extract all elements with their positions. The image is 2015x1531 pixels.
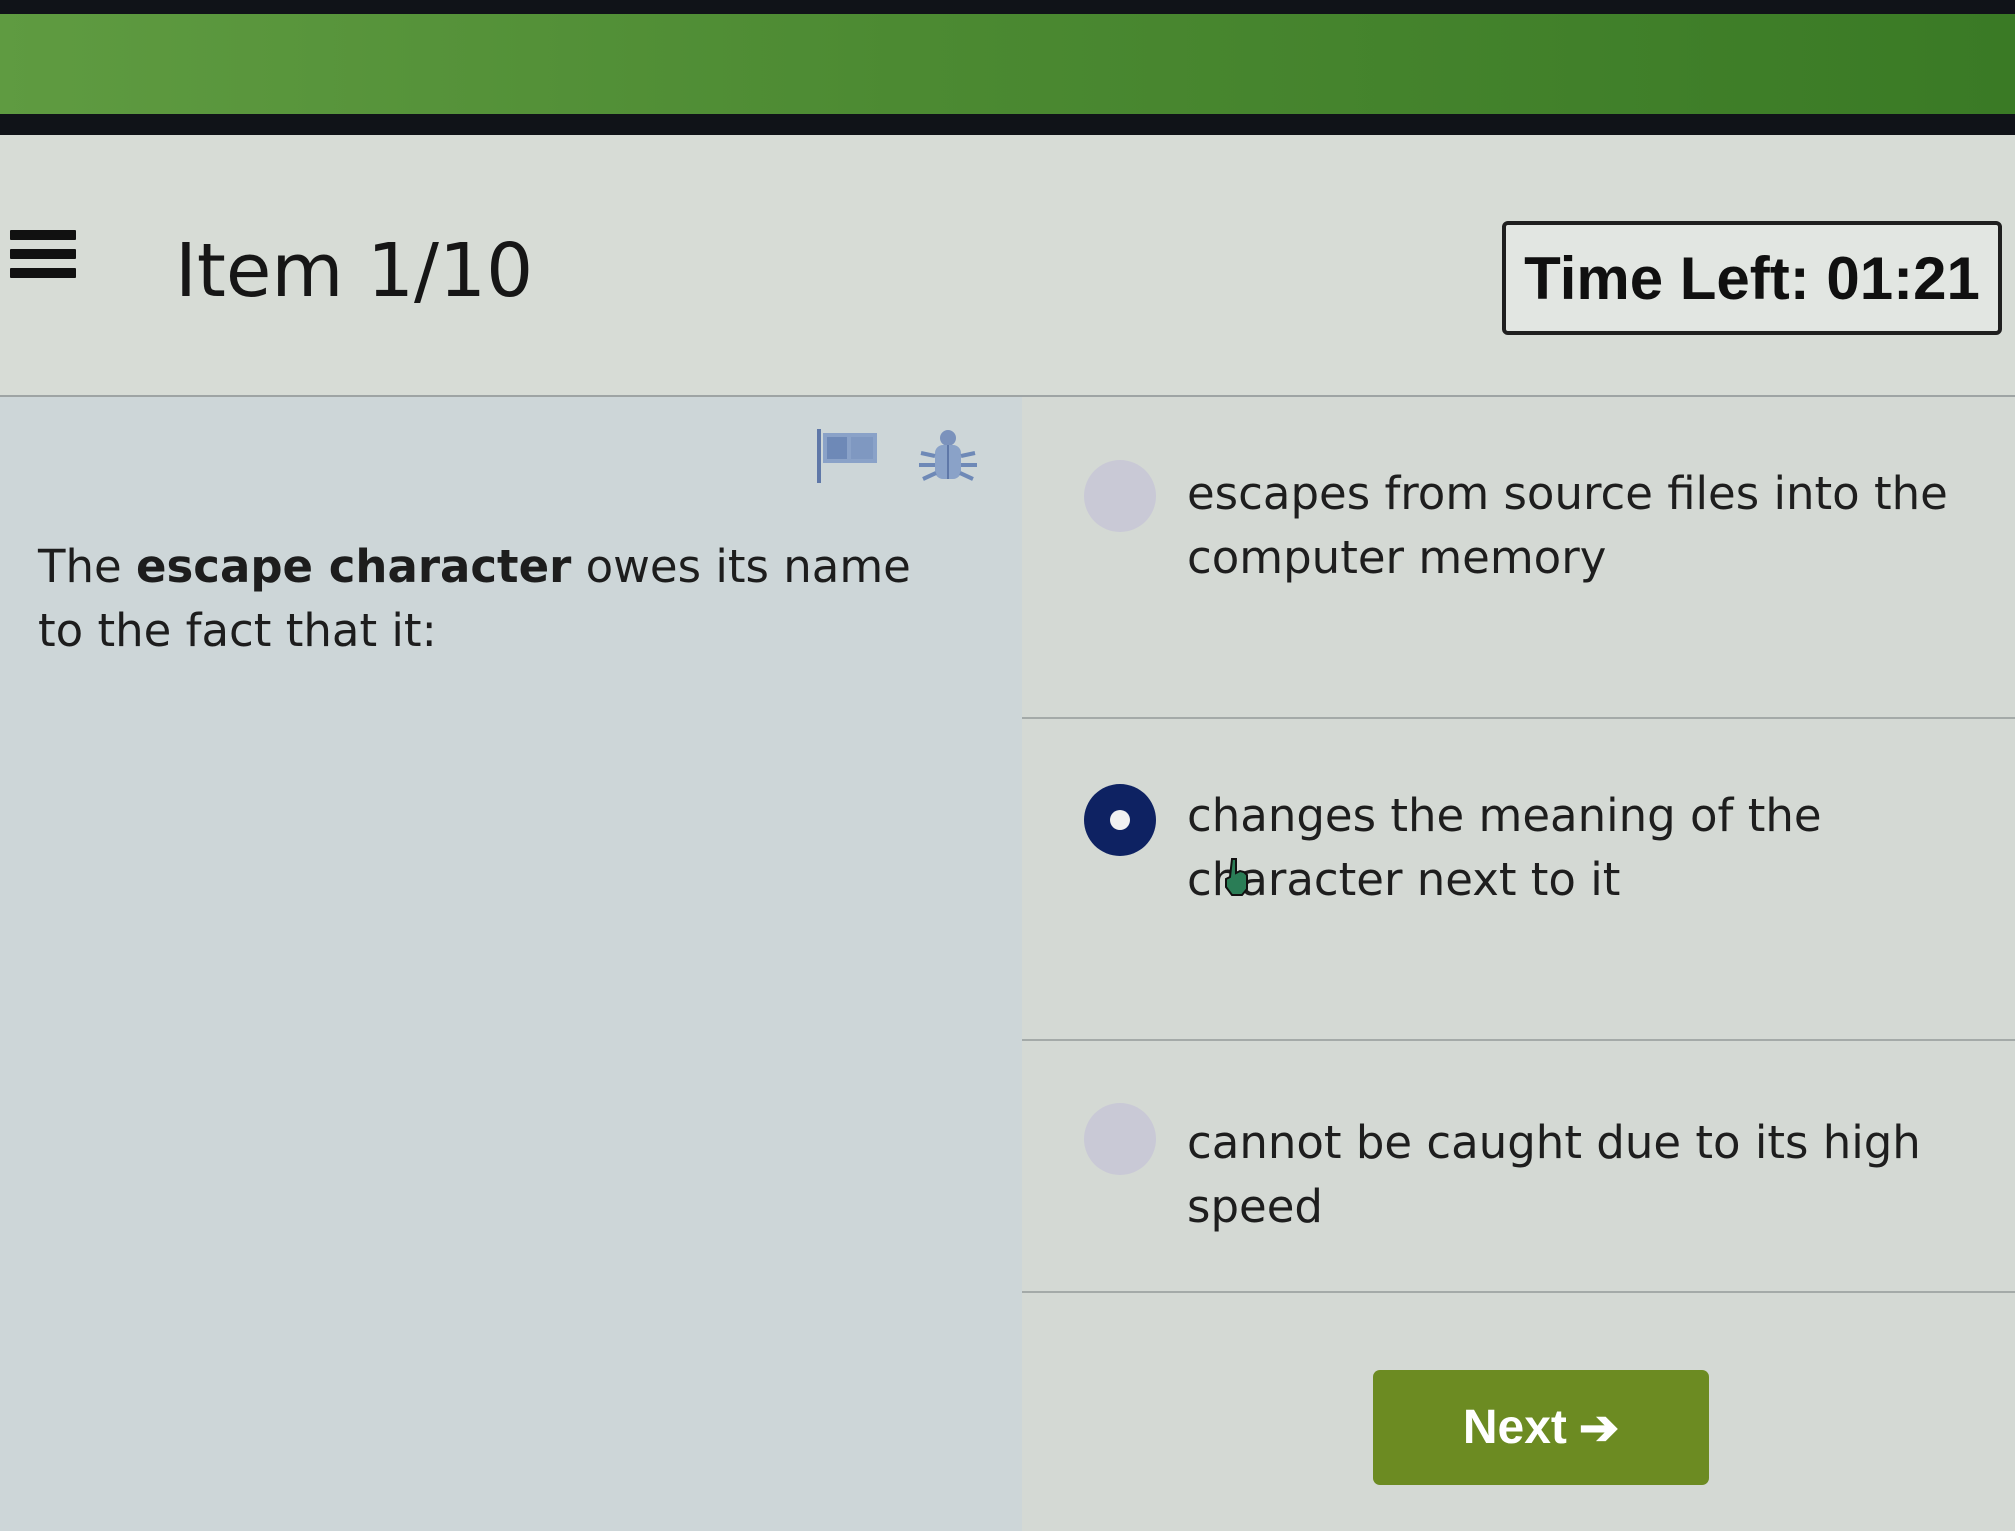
answer-option-text: escapes from source files into the compu… xyxy=(1187,467,1948,584)
arrow-right-icon: ➔ xyxy=(1578,1401,1620,1455)
answer-option-text: changes the meaning of the character nex… xyxy=(1187,789,1822,906)
bug-icon[interactable] xyxy=(915,425,981,487)
item-counter: Item 1/10 xyxy=(175,228,534,314)
next-button-label: Next xyxy=(1462,1401,1567,1454)
time-left-timer: Time Left: 01:21 xyxy=(1502,221,2002,335)
question-text: The escape character owes its name to th… xyxy=(38,535,958,663)
question-bold-term: escape character xyxy=(136,540,572,593)
answers-panel: escapes from source files into the compu… xyxy=(1022,397,2015,1531)
header: Item 1/10 Time Left: 01:21 xyxy=(0,135,2015,397)
flag-icon[interactable] xyxy=(815,425,881,487)
answer-option-text: cannot be caught due to its high speed xyxy=(1187,1116,1921,1233)
radio-button-selected[interactable] xyxy=(1084,784,1156,856)
hand-cursor-icon xyxy=(1225,858,1248,896)
answer-option-1[interactable]: escapes from source files into the compu… xyxy=(1022,397,2015,719)
radio-button-unselected[interactable] xyxy=(1084,460,1156,532)
answer-option-3[interactable]: cannot be caught due to its high speed xyxy=(1022,1041,2015,1293)
next-button[interactable]: Next ➔ xyxy=(1373,1370,1709,1485)
answer-option-2[interactable]: changes the meaning of the character nex… xyxy=(1022,719,2015,1041)
hamburger-menu-icon[interactable] xyxy=(10,230,76,286)
radio-button-unselected[interactable] xyxy=(1084,1103,1156,1175)
top-green-bar xyxy=(0,14,2015,114)
question-panel: The escape character owes its name to th… xyxy=(0,397,1024,1531)
question-prefix: The xyxy=(38,540,136,593)
